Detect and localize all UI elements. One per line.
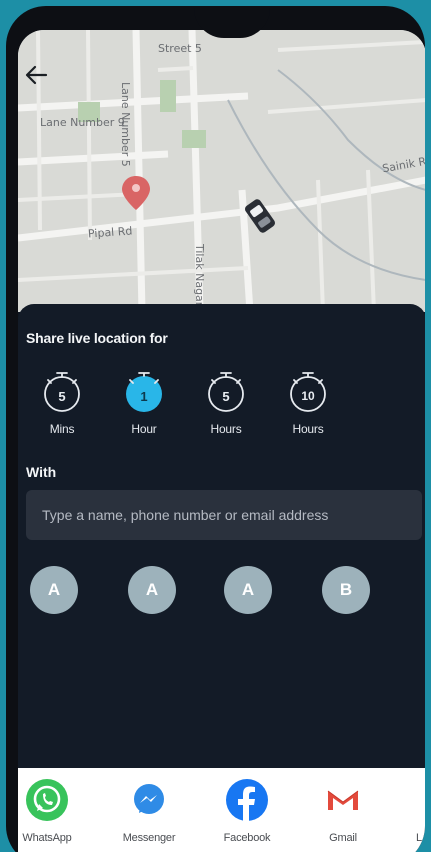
share-app-label: WhatsApp xyxy=(22,832,72,844)
duration-unit: Hours xyxy=(292,422,324,436)
duration-unit: Hours xyxy=(210,422,242,436)
duration-value: 5 xyxy=(58,389,66,404)
recipient-search-input[interactable] xyxy=(26,490,422,540)
share-app-label: Gmail xyxy=(329,832,357,844)
map-street-label: Lane Number 9 xyxy=(40,116,125,129)
duration-value: 10 xyxy=(301,389,315,403)
with-label: With xyxy=(26,464,57,480)
facebook-icon xyxy=(225,778,269,822)
share-app-label: Messenger xyxy=(122,832,176,844)
contact-avatar[interactable]: A xyxy=(224,566,272,614)
duration-option-1-hour[interactable]: 1 Hour xyxy=(116,368,172,436)
messenger-icon xyxy=(127,778,171,822)
phone-frame: Lane Number 9 Pipal Rd Lane Number 5 Str… xyxy=(6,6,425,852)
duration-option-10-hours[interactable]: 10 Hours xyxy=(280,368,336,436)
duration-value: 5 xyxy=(222,389,230,404)
contact-avatar[interactable]: B xyxy=(322,566,370,614)
whatsapp-icon xyxy=(25,778,69,822)
duration-option-5-hours[interactable]: 5 Hours xyxy=(198,368,254,436)
share-gmail-button[interactable]: Gmail xyxy=(304,778,382,844)
map-view[interactable]: Lane Number 9 Pipal Rd Lane Number 5 Str… xyxy=(18,30,425,324)
contact-avatar[interactable]: A xyxy=(128,566,176,614)
duration-value: 1 xyxy=(140,389,148,404)
share-messenger-button[interactable]: Messenger xyxy=(110,778,188,844)
map-street-label: Lane Number 5 xyxy=(119,82,132,167)
share-facebook-button[interactable]: Facebook xyxy=(208,778,286,844)
map-street-label: Street 5 xyxy=(158,42,202,55)
share-whatsapp-button[interactable]: WhatsApp xyxy=(18,778,86,844)
sheet-title: Share live location for xyxy=(26,330,168,346)
share-location-sheet: Share live location for 5 Mins 1 Hour 5 … xyxy=(18,304,425,774)
app-screen: Lane Number 9 Pipal Rd Lane Number 5 Str… xyxy=(18,30,425,852)
map-streets xyxy=(18,30,425,312)
duration-unit: Hour xyxy=(131,422,157,436)
gmail-icon xyxy=(321,778,365,822)
share-app-overflow: L xyxy=(416,832,423,844)
share-app-label: Facebook xyxy=(223,832,271,844)
duration-unit: Mins xyxy=(49,422,75,436)
share-apps-bar: WhatsApp Messenger Facebook Gmail L xyxy=(18,768,425,852)
duration-option-5-mins[interactable]: 5 Mins xyxy=(34,368,90,436)
contact-avatar[interactable]: A xyxy=(30,566,78,614)
back-arrow-icon[interactable] xyxy=(24,64,50,86)
